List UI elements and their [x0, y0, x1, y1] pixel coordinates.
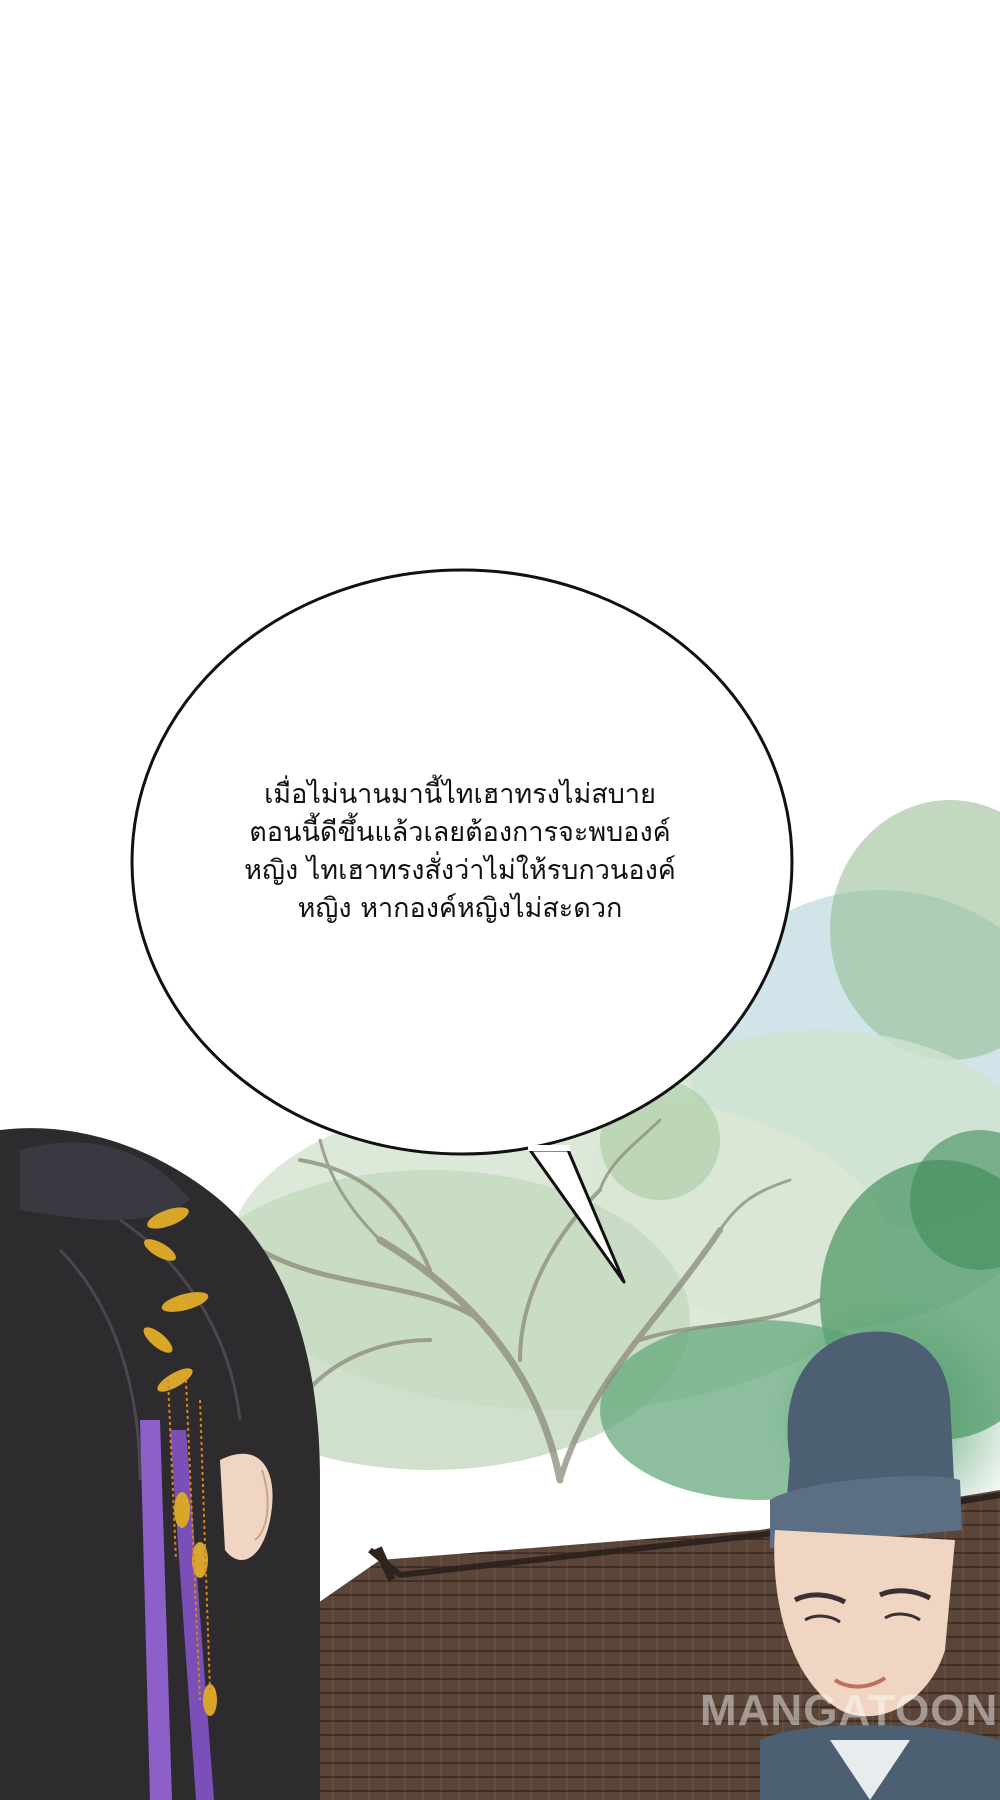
speech-bubble-text: เมื่อไม่นานมานี้ไทเฮาทรงไม่สบาย ตอนนี้ดี… [180, 776, 740, 928]
speech-line-1: เมื่อไม่นานมานี้ไทเฮาทรงไม่สบาย [264, 779, 656, 810]
speech-line-3: หญิง ไทเฮาทรงสั่งว่าไม่ให้รบกวนองค์ [244, 855, 676, 886]
comic-panel: เมื่อไม่นานมานี้ไทเฮาทรงไม่สบาย ตอนนี้ดี… [0, 0, 1000, 1800]
speech-line-4: หญิง หากองค์หญิงไม่สะดวก [297, 893, 623, 924]
watermark-logo: MANGATOON [700, 1686, 999, 1735]
speech-line-2: ตอนนี้ดีขึ้นแล้วเลยต้องการจะพบองค์ [249, 817, 671, 848]
